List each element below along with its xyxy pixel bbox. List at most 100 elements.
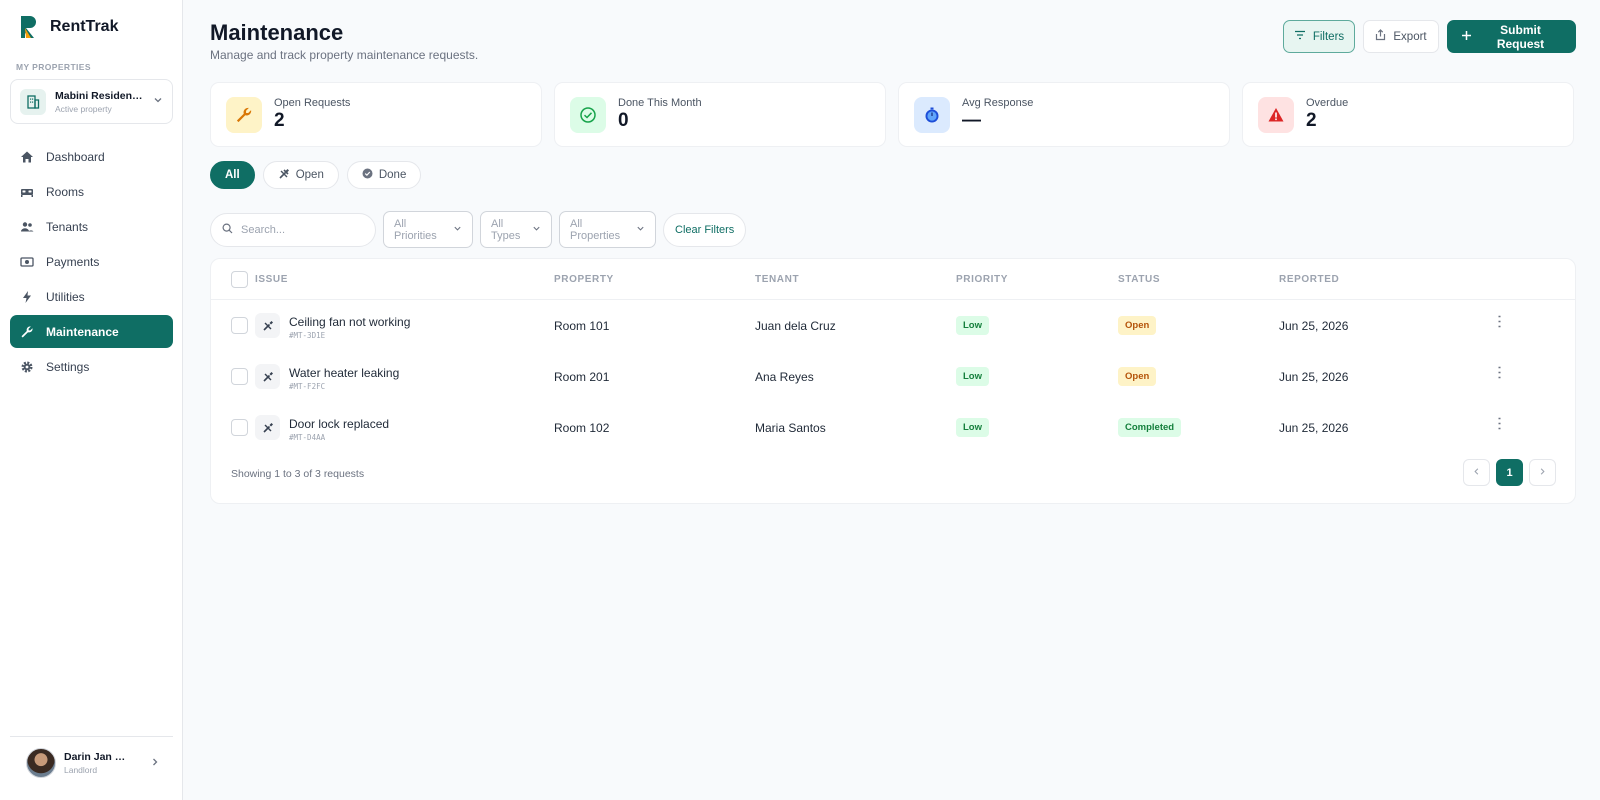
sidebar-item-rooms[interactable]: Rooms [10, 175, 173, 208]
stat-value: 0 [618, 110, 629, 131]
stat-overdue: Overdue 2 [1242, 82, 1574, 147]
sidebar-item-label: Payments [46, 254, 100, 269]
sidebar-item-tenants[interactable]: Tenants [10, 210, 173, 243]
table-row[interactable]: Water heater leaking #MT-F2FC Room 201 A… [211, 351, 1575, 402]
filters-button[interactable]: Filters [1283, 20, 1355, 53]
property-switcher[interactable]: Mabini Residences Active property [10, 79, 173, 124]
page-button[interactable]: 1 [1496, 459, 1523, 486]
filter-row: All Priorities All Types All Properties … [210, 211, 747, 248]
issue-id: #MT-3D1E [289, 331, 326, 340]
prev-page-button[interactable] [1463, 459, 1490, 486]
table-row[interactable]: Door lock replaced #MT-D4AA Room 102 Mar… [211, 402, 1575, 453]
next-page-button[interactable] [1529, 459, 1556, 486]
requests-table: ISSUE PROPERTY TENANT PRIORITY STATUS RE… [210, 258, 1576, 504]
check-circle-icon [570, 96, 606, 133]
warning-icon [1258, 96, 1294, 133]
type-select[interactable]: All Types [480, 211, 552, 248]
priority-select[interactable]: All Priorities [383, 211, 473, 248]
table-footer: Showing 1 to 3 of 3 requests 1 [211, 459, 1575, 489]
filters-label: Filters [1312, 30, 1345, 43]
issue-id: #MT-D4AA [289, 433, 326, 442]
tab-open[interactable]: Open [262, 161, 339, 189]
sidebar-item-utilities[interactable]: Utilities [10, 280, 173, 313]
sidebar-item-settings[interactable]: Settings [10, 350, 173, 383]
bolt-icon [20, 290, 34, 304]
stats-row: Open Requests 2 Done This Month 0 Avg Re… [210, 82, 1574, 147]
more-vertical-icon[interactable]: ⋯ [1491, 365, 1508, 379]
search-box [210, 212, 376, 247]
priority-badge: Low [956, 367, 989, 386]
search-icon [222, 222, 233, 237]
filter-icon [1294, 30, 1306, 43]
clear-filters-button[interactable]: Clear Filters [663, 212, 747, 247]
status-badge: Open [1118, 367, 1157, 386]
row-reported: Jun 25, 2026 [1279, 319, 1349, 333]
sidebar-item-maintenance[interactable]: Maintenance [10, 315, 173, 348]
section-label-properties: MY PROPERTIES [16, 62, 91, 72]
row-tenant: Juan dela Cruz [755, 319, 836, 333]
tools-icon [255, 415, 280, 440]
user-menu[interactable]: Darin Jan Santos Landlord [10, 736, 173, 788]
stat-avg-response: Avg Response — [898, 82, 1230, 147]
table-row[interactable]: Ceiling fan not working #MT-3D1E Room 10… [211, 300, 1575, 351]
more-vertical-icon[interactable]: ⋯ [1491, 416, 1508, 430]
user-text: Darin Jan Santos Landlord [64, 751, 132, 775]
col-reported: REPORTED [1279, 274, 1340, 285]
home-icon [20, 150, 34, 164]
select-all-checkbox[interactable] [231, 271, 248, 288]
brand[interactable]: RentTrak [18, 14, 118, 40]
chevron-down-icon [153, 95, 163, 108]
more-vertical-icon[interactable]: ⋯ [1491, 314, 1508, 328]
table-header: ISSUE PROPERTY TENANT PRIORITY STATUS RE… [211, 259, 1575, 300]
col-status: STATUS [1118, 274, 1161, 285]
status-badge: Open [1118, 316, 1157, 335]
col-priority: PRIORITY [956, 274, 1009, 285]
row-checkbox[interactable] [231, 368, 248, 385]
renttrak-logo-icon [18, 14, 40, 40]
gear-icon [20, 360, 34, 374]
tools-icon [255, 364, 280, 389]
status-tabs: All Open Done [210, 161, 422, 189]
property-text: Mabini Residences Active property [55, 90, 144, 114]
tools-icon [278, 168, 290, 183]
sidebar-item-label: Tenants [46, 219, 89, 234]
issue-id: #MT-F2FC [289, 382, 326, 391]
tab-label: Done [378, 169, 407, 181]
row-checkbox[interactable] [231, 317, 248, 334]
stat-value: 2 [274, 110, 285, 131]
main-content: Maintenance Manage and track property ma… [183, 0, 1600, 800]
sidebar-item-label: Settings [46, 359, 90, 374]
row-checkbox[interactable] [231, 419, 248, 436]
page-subtitle: Manage and track property maintenance re… [210, 48, 479, 62]
priority-badge: Low [956, 418, 989, 437]
stat-label: Overdue [1306, 97, 1349, 109]
issue-title: Water heater leaking [289, 366, 400, 380]
type-select-value: All Types [491, 217, 521, 242]
stat-label: Avg Response [962, 97, 1034, 109]
chevron-right-icon [1538, 467, 1547, 479]
stat-label: Open Requests [274, 97, 351, 109]
sidebar-item-dashboard[interactable]: Dashboard [10, 140, 173, 173]
property-select[interactable]: All Properties [559, 211, 656, 248]
issue-title: Ceiling fan not working [289, 315, 411, 329]
building-icon [20, 88, 46, 115]
tab-all[interactable]: All [210, 161, 255, 189]
export-label: Export [1393, 30, 1427, 43]
col-issue: ISSUE [255, 274, 289, 285]
sidebar-item-payments[interactable]: Payments [10, 245, 173, 278]
chevron-down-icon [532, 224, 541, 236]
tab-done[interactable]: Done [346, 161, 422, 189]
row-property: Room 102 [554, 421, 610, 435]
search-input[interactable] [241, 223, 361, 236]
issue-title: Door lock replaced [289, 417, 390, 431]
avatar [26, 747, 56, 778]
user-name: Darin Jan Santos [64, 750, 132, 763]
submit-request-button[interactable]: Submit Request [1447, 20, 1576, 53]
chevron-down-icon [453, 224, 462, 236]
stat-value: — [962, 110, 981, 131]
sidebar-item-label: Maintenance [46, 324, 119, 339]
stat-label: Done This Month [618, 97, 702, 109]
pagination: 1 [1463, 459, 1556, 486]
sidebar-item-label: Utilities [46, 289, 85, 304]
export-button[interactable]: Export [1363, 20, 1439, 53]
